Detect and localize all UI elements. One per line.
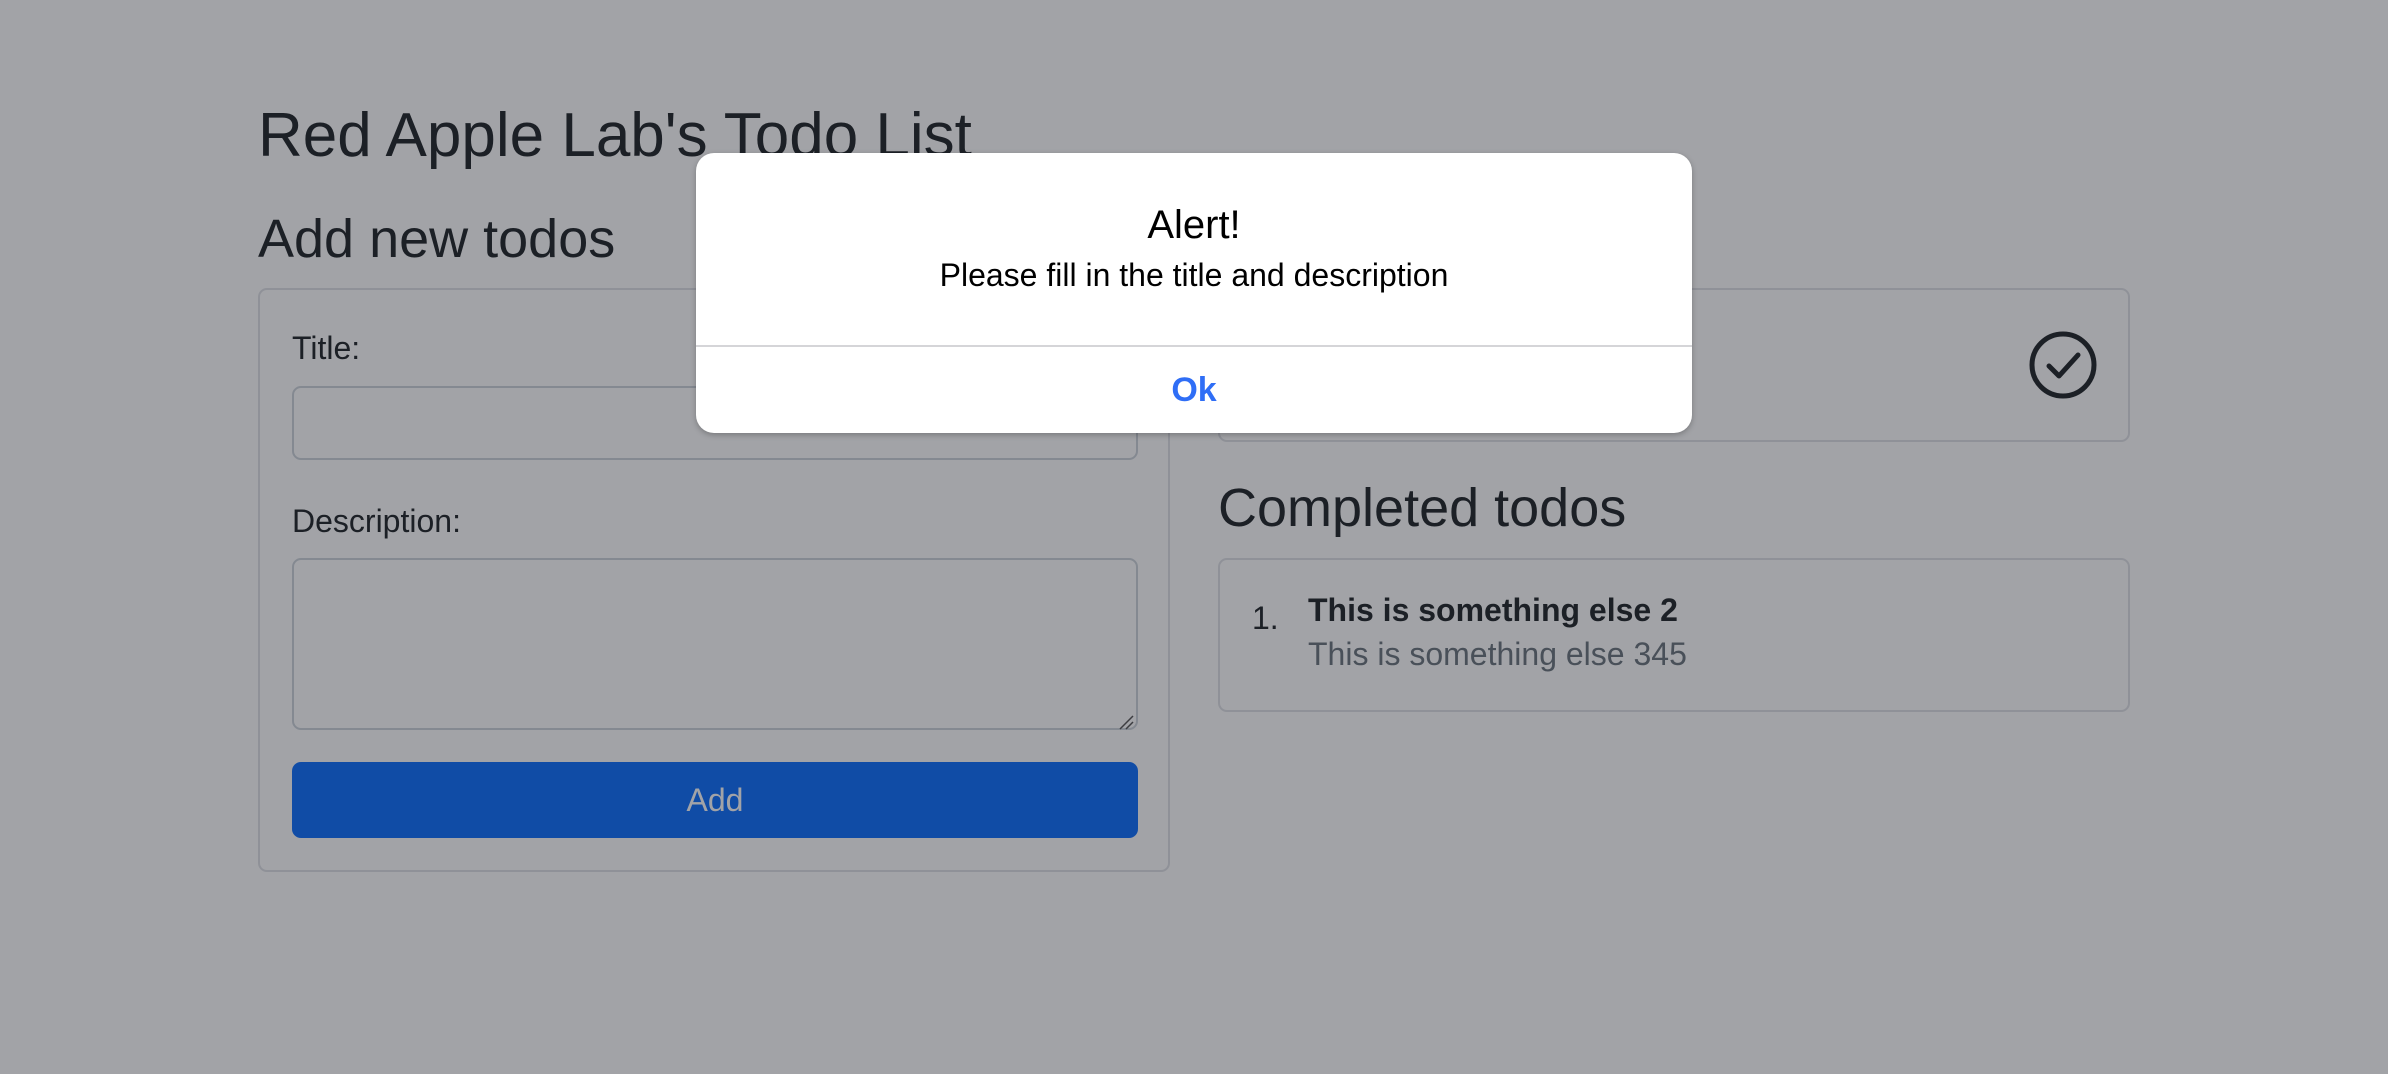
alert-title: Alert!: [1147, 203, 1241, 247]
alert-ok-button[interactable]: Ok: [696, 347, 1692, 433]
alert-dialog: Alert! Please fill in the title and desc…: [696, 153, 1692, 433]
alert-message: Please fill in the title and description: [939, 257, 1449, 293]
